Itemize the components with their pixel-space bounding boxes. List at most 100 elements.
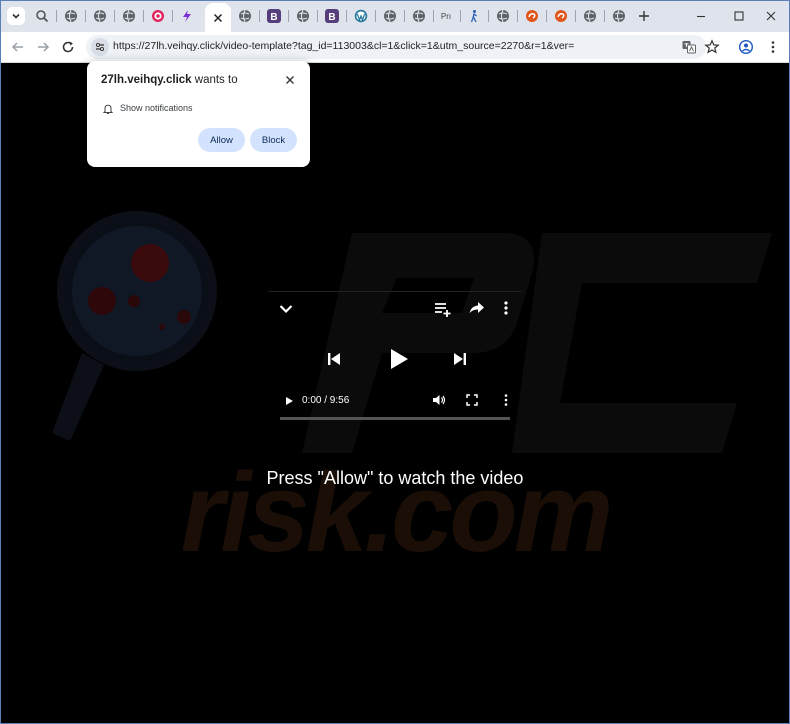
b-favicon-letter: B xyxy=(328,12,335,23)
tab-separator xyxy=(114,10,115,22)
tab-separator xyxy=(288,10,289,22)
tab-separator xyxy=(56,10,57,22)
address-bar[interactable]: https://27lh.veihqy.click/video-template… xyxy=(86,35,706,59)
tab-19[interactable] xyxy=(548,3,574,29)
tab-10[interactable] xyxy=(290,3,316,29)
maximize-icon[interactable] xyxy=(731,8,747,24)
tab-14[interactable] xyxy=(406,3,432,29)
tab-active[interactable] xyxy=(205,3,231,32)
tab-separator xyxy=(85,10,86,22)
share-icon[interactable] xyxy=(468,300,486,316)
chevron-down-icon xyxy=(12,13,20,19)
permission-label: Show notifications xyxy=(120,103,193,113)
window-close-icon[interactable] xyxy=(763,8,779,24)
small-play-icon[interactable] xyxy=(284,395,294,407)
tab-12[interactable] xyxy=(348,3,374,29)
bell-icon xyxy=(102,104,114,114)
tab-16[interactable] xyxy=(461,3,487,29)
globe-icon xyxy=(94,9,106,23)
tab-4[interactable] xyxy=(116,3,142,29)
wordpress-favicon-icon xyxy=(354,9,368,23)
close-icon[interactable] xyxy=(283,73,297,87)
skip-previous-icon[interactable] xyxy=(326,351,342,367)
globe-icon xyxy=(239,9,251,23)
globe-icon xyxy=(497,9,509,23)
translate-icon[interactable] xyxy=(681,39,697,55)
tune-icon xyxy=(96,43,104,51)
popup-wants-to: wants to xyxy=(194,74,238,86)
tab-2[interactable] xyxy=(58,3,84,29)
b-favicon-letter: B xyxy=(270,12,277,23)
popup-title: 27lh.veihqy.click wants to xyxy=(101,74,238,86)
time-display: 0:00 / 9:56 xyxy=(302,395,350,406)
tab-1[interactable] xyxy=(29,3,55,29)
close-icon[interactable] xyxy=(211,11,225,25)
swirl-favicon-icon xyxy=(526,10,538,22)
figure-favicon-icon xyxy=(470,10,477,23)
profile-avatar-icon[interactable] xyxy=(738,39,754,55)
skip-next-icon[interactable] xyxy=(452,351,468,367)
url-text[interactable]: https://27lh.veihqy.click/video-template… xyxy=(113,40,574,52)
site-info-button[interactable] xyxy=(91,38,109,56)
globe-icon xyxy=(123,9,135,23)
tab-separator xyxy=(172,10,173,22)
tab-separator xyxy=(546,10,547,22)
tab-20[interactable] xyxy=(577,3,603,29)
minimize-icon[interactable] xyxy=(693,8,709,24)
tab-6[interactable] xyxy=(174,3,200,29)
tab-separator xyxy=(143,10,144,22)
b-favicon-icon: B xyxy=(267,9,281,23)
popup-site: 27lh.veihqy.click xyxy=(101,74,192,86)
tab-strip: B B Prı xyxy=(0,0,790,32)
tab-separator xyxy=(517,10,518,22)
swirl-favicon-icon xyxy=(555,10,567,22)
globe-icon xyxy=(584,9,596,23)
watermark-magnifier-icon xyxy=(52,211,217,441)
globe-icon xyxy=(413,9,425,23)
tab-15[interactable]: Prı xyxy=(435,3,457,29)
tab-21[interactable] xyxy=(606,3,632,29)
player-top-line xyxy=(268,291,522,292)
player-more-icon[interactable] xyxy=(502,393,510,407)
more-options-icon[interactable] xyxy=(502,300,510,316)
allow-button[interactable]: Allow xyxy=(198,128,245,152)
globe-icon xyxy=(613,9,625,23)
tab-8[interactable] xyxy=(232,3,258,29)
tab-separator xyxy=(317,10,318,22)
block-button[interactable]: Block xyxy=(250,128,297,152)
globe-icon xyxy=(65,9,77,23)
new-tab-icon[interactable] xyxy=(636,8,652,24)
tab-17[interactable] xyxy=(490,3,516,29)
tab-13[interactable] xyxy=(377,3,403,29)
tab-separator xyxy=(433,10,434,22)
tab-18[interactable] xyxy=(519,3,545,29)
volume-icon[interactable] xyxy=(432,393,446,407)
tab-11[interactable]: B xyxy=(319,3,345,29)
fullscreen-icon[interactable] xyxy=(466,394,478,406)
tab-9[interactable]: B xyxy=(261,3,287,29)
add-to-queue-icon[interactable] xyxy=(434,301,452,317)
tab-5[interactable] xyxy=(145,3,171,29)
chevron-down-icon[interactable] xyxy=(278,301,294,317)
back-arrow-icon[interactable] xyxy=(10,39,26,55)
reload-icon[interactable] xyxy=(60,39,76,55)
progress-bar[interactable] xyxy=(280,417,510,420)
forward-arrow-icon[interactable] xyxy=(35,39,51,55)
pr-favicon-icon: Prı xyxy=(440,11,452,21)
video-player[interactable]: 0:00 / 9:56 xyxy=(268,291,522,421)
globe-icon xyxy=(297,9,309,23)
browser-toolbar: https://27lh.veihqy.click/video-template… xyxy=(0,32,790,63)
bolt-favicon-icon xyxy=(183,10,191,22)
tab-3[interactable] xyxy=(87,3,113,29)
play-icon[interactable] xyxy=(388,347,410,371)
tab-search-button[interactable] xyxy=(7,7,25,25)
b-favicon-icon: B xyxy=(325,9,339,23)
search-favicon-icon xyxy=(36,10,49,23)
menu-kebab-icon[interactable] xyxy=(765,39,781,55)
bookmark-star-icon[interactable] xyxy=(704,39,720,55)
tab-separator xyxy=(259,10,260,22)
page-caption: Press "Allow" to watch the video xyxy=(266,468,524,488)
notification-permission-popup: 27lh.veihqy.click wants to Show notifica… xyxy=(87,61,310,167)
tab-separator xyxy=(604,10,605,22)
tab-separator xyxy=(404,10,405,22)
